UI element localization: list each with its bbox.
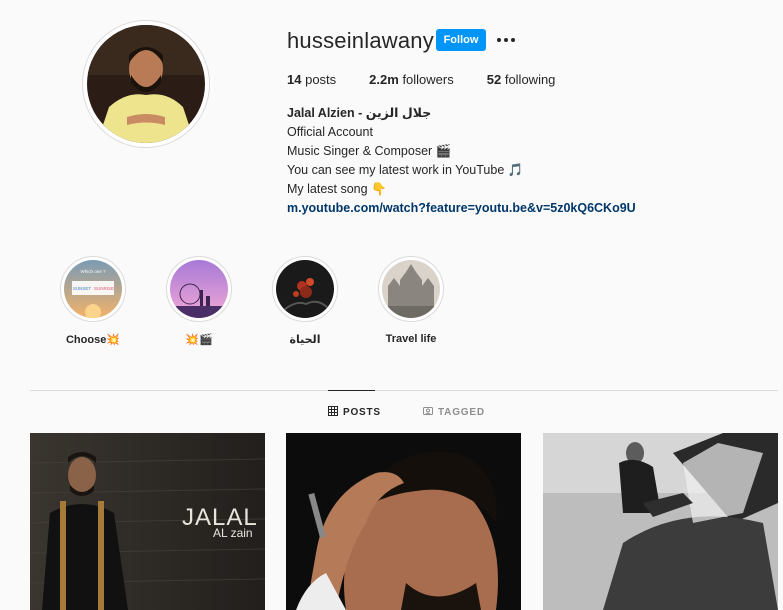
bio-line: My latest song 👇 bbox=[287, 182, 387, 196]
tag-icon bbox=[423, 406, 433, 419]
highlight-cover: Which one ? SUNSET SUNRISE bbox=[64, 260, 122, 318]
bio-line: You can see my latest work in YouTube 🎵 bbox=[287, 163, 524, 177]
post-thumbnail[interactable]: JALAL AL zain bbox=[30, 433, 265, 610]
bio-line: Music Singer & Composer 🎬 bbox=[287, 144, 452, 158]
following-stat[interactable]: 52 following bbox=[487, 72, 556, 87]
more-options-icon[interactable] bbox=[496, 30, 516, 50]
story-highlights: Which one ? SUNSET SUNRISE Choose💥 💥🎬 ال… bbox=[40, 256, 464, 347]
avatar bbox=[87, 25, 205, 143]
followers-label: followers bbox=[402, 72, 454, 87]
tab-tagged[interactable]: TAGGED bbox=[423, 406, 485, 419]
posts-label: posts bbox=[305, 72, 337, 87]
profile-bio: Jalal Alzien - جلال الزين Official Accou… bbox=[287, 104, 636, 218]
highlight-item[interactable]: 💥🎬 bbox=[146, 256, 252, 347]
highlight-thumb-text: SUNRISE bbox=[94, 286, 114, 291]
followers-stat[interactable]: 2.2m followers bbox=[369, 72, 454, 87]
active-tab-indicator bbox=[328, 390, 375, 391]
highlight-label: Choose💥 bbox=[65, 334, 121, 346]
post-overlay-subtitle: AL zain bbox=[213, 526, 253, 540]
profile-stats: 14 posts 2.2m followers 52 following bbox=[287, 72, 588, 87]
highlight-item[interactable]: Travel life bbox=[358, 256, 464, 347]
posts-stat: 14 posts bbox=[287, 72, 336, 87]
bio-line: Official Account bbox=[287, 125, 373, 139]
highlight-thumb-text: Which one ? bbox=[80, 269, 106, 274]
highlight-item[interactable]: الحياة bbox=[252, 256, 358, 347]
bio-link[interactable]: m.youtube.com/watch?feature=youtu.be&v=5… bbox=[287, 201, 636, 215]
highlight-thumb-text: SUNSET bbox=[73, 286, 92, 291]
followers-count: 2.2m bbox=[369, 72, 399, 87]
tab-label: POSTS bbox=[343, 407, 381, 418]
highlight-label: الحياة bbox=[289, 334, 321, 346]
post-thumbnail[interactable] bbox=[286, 433, 521, 610]
follow-button[interactable]: Follow bbox=[436, 29, 486, 51]
posts-count: 14 bbox=[287, 72, 302, 87]
highlight-cover bbox=[170, 260, 228, 318]
following-count: 52 bbox=[486, 72, 502, 87]
profile-username: husseinlawany bbox=[287, 28, 434, 53]
tab-label: TAGGED bbox=[438, 407, 485, 418]
highlight-label: 💥🎬 bbox=[185, 334, 213, 346]
grid-icon bbox=[328, 406, 338, 419]
post-thumbnail[interactable] bbox=[543, 433, 778, 610]
highlight-cover bbox=[382, 260, 440, 318]
tabs-divider bbox=[30, 390, 778, 391]
profile-avatar[interactable] bbox=[82, 20, 210, 148]
tab-posts[interactable]: POSTS bbox=[328, 406, 381, 419]
following-label: following bbox=[504, 72, 556, 87]
highlight-label: Travel life bbox=[385, 333, 437, 345]
highlight-cover bbox=[276, 260, 334, 318]
profile-full-name: Jalal Alzien - جلال الزين bbox=[287, 106, 432, 120]
highlight-item[interactable]: Which one ? SUNSET SUNRISE Choose💥 bbox=[40, 256, 146, 347]
